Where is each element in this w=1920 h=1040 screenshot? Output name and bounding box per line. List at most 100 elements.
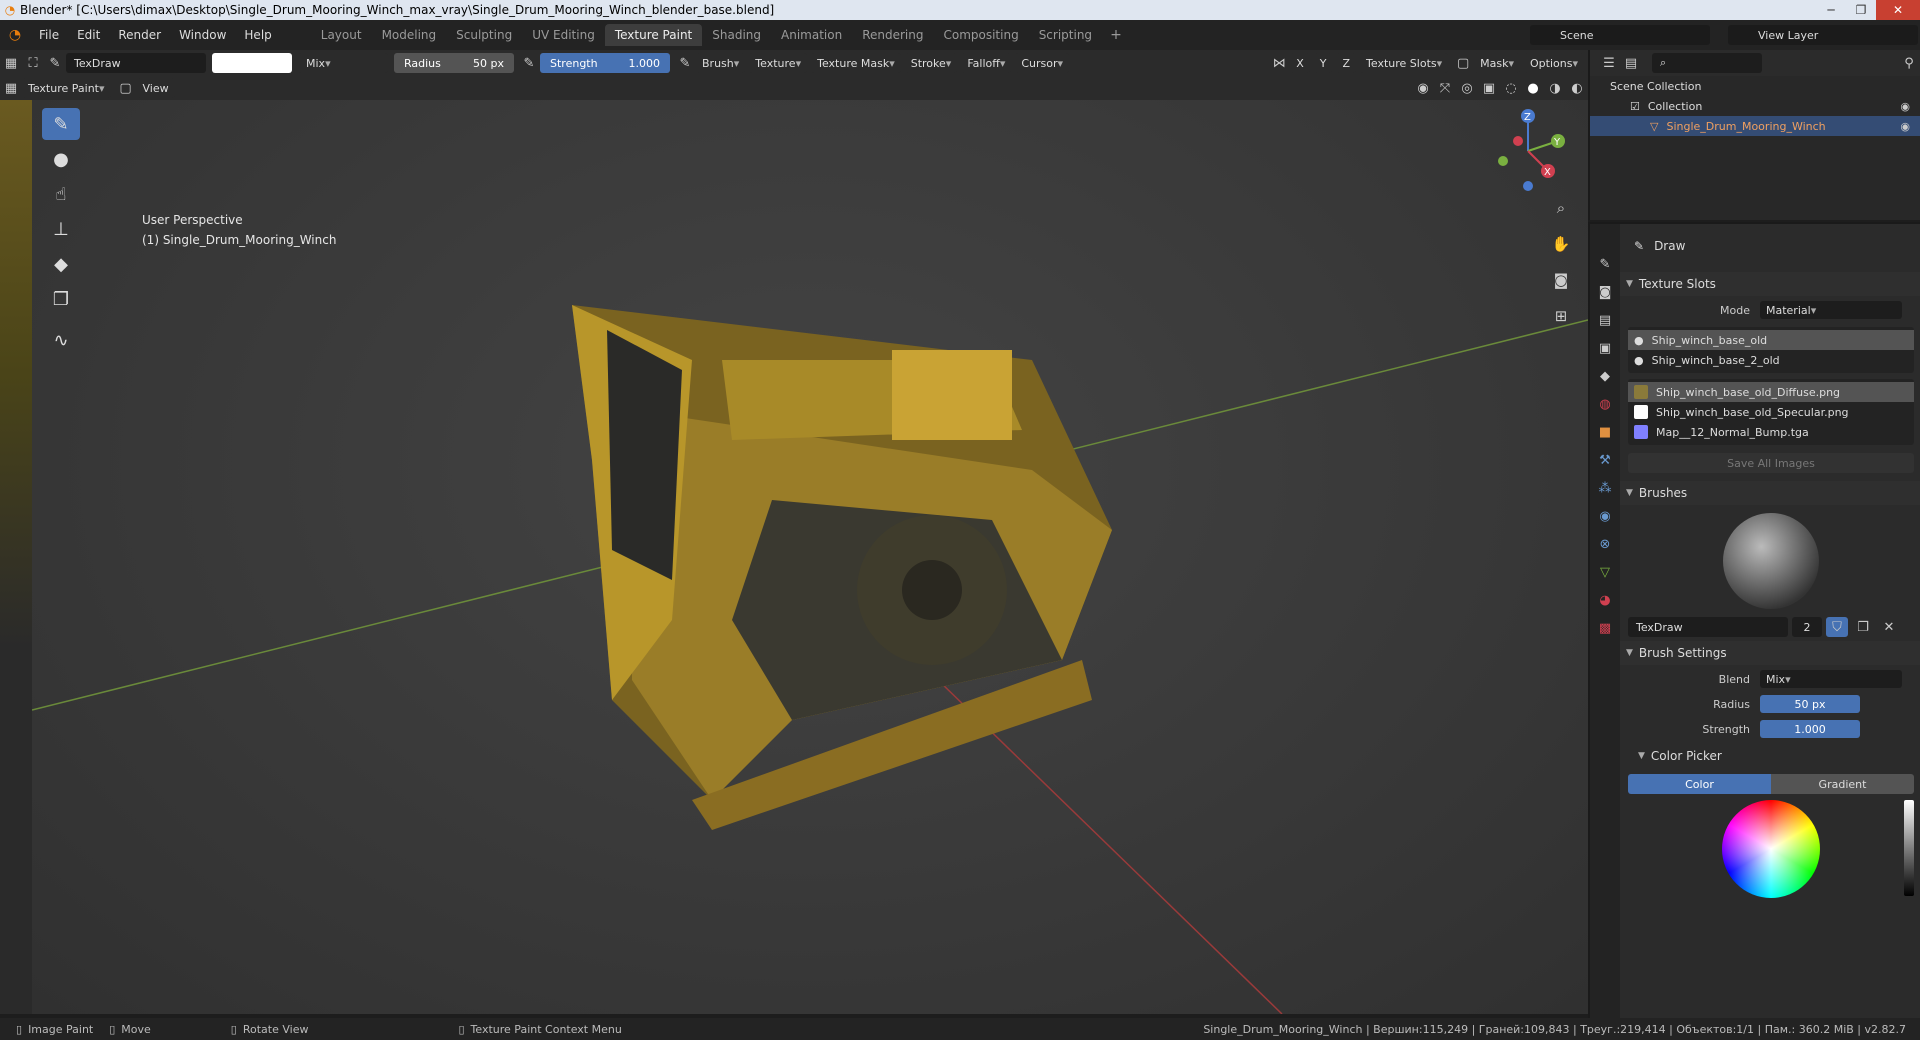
- visibility-icon[interactable]: ◉: [1412, 78, 1434, 98]
- overlay-icon[interactable]: ◎: [1456, 78, 1478, 98]
- image-slot-item[interactable]: Map__12_Normal_Bump.tga: [1628, 422, 1914, 442]
- minimize-button[interactable]: ─: [1816, 0, 1846, 20]
- display-mode-icon[interactable]: ▤: [1620, 53, 1642, 73]
- menu-help[interactable]: Help: [235, 28, 280, 42]
- menu-file[interactable]: File: [30, 28, 68, 42]
- tab-animation[interactable]: Animation: [771, 24, 852, 46]
- radius-pressure-icon[interactable]: ✎: [518, 53, 540, 73]
- tab-uv-editing[interactable]: UV Editing: [522, 24, 605, 46]
- mode-icon[interactable]: ⛶: [22, 53, 44, 73]
- axis-z-toggle[interactable]: Z: [1336, 53, 1357, 73]
- add-workspace-icon[interactable]: +: [1102, 27, 1130, 43]
- tab-modeling[interactable]: Modeling: [372, 24, 447, 46]
- material-item[interactable]: ● Ship_winch_base_old: [1628, 330, 1914, 350]
- tab-sculpting[interactable]: Sculpting: [446, 24, 522, 46]
- outliner-scene-collection[interactable]: Scene Collection: [1590, 76, 1920, 96]
- menu-edit[interactable]: Edit: [68, 28, 109, 42]
- mode-dropdown[interactable]: Material: [1760, 301, 1902, 319]
- outliner-collection[interactable]: ☑ Collection ◉: [1590, 96, 1920, 116]
- material-shading-icon[interactable]: ◑: [1544, 78, 1566, 98]
- constraints-tab-icon[interactable]: ⊗: [1593, 532, 1617, 556]
- outliner-editor-icon[interactable]: ☰: [1598, 53, 1620, 73]
- axis-x-toggle[interactable]: X: [1290, 53, 1310, 73]
- brush-name-field[interactable]: TexDraw: [1628, 617, 1788, 637]
- draw-tool-icon[interactable]: ✎: [42, 108, 80, 140]
- clone-tool-icon[interactable]: ⊥: [42, 213, 80, 245]
- brushes-panel-header[interactable]: ▼ Brushes: [1620, 481, 1920, 505]
- close-button[interactable]: ✕: [1876, 0, 1920, 20]
- navigation-gizmo[interactable]: Z Y X: [1488, 106, 1578, 196]
- render-tab-icon[interactable]: ◙: [1593, 280, 1617, 304]
- physics-tab-icon[interactable]: ◉: [1593, 504, 1617, 528]
- tab-shading[interactable]: Shading: [702, 24, 771, 46]
- save-all-images-button[interactable]: Save All Images: [1628, 453, 1914, 473]
- image-slot-item[interactable]: Ship_winch_base_old_Diffuse.png: [1628, 382, 1914, 402]
- radius-field[interactable]: 50 px: [1760, 695, 1860, 713]
- mask-menu[interactable]: Mask: [1474, 53, 1521, 73]
- editor-type-icon[interactable]: ▦: [0, 53, 22, 73]
- menu-falloff[interactable]: Falloff: [961, 53, 1012, 73]
- axis-y-toggle[interactable]: Y: [1313, 53, 1333, 73]
- blend-dropdown[interactable]: Mix: [1760, 670, 1902, 688]
- color-swatch[interactable]: [212, 53, 292, 73]
- wireframe-shading-icon[interactable]: ◌: [1500, 78, 1522, 98]
- brush-name-field[interactable]: TexDraw: [66, 53, 206, 73]
- grid-projection-icon[interactable]: ⊞: [1548, 303, 1574, 329]
- tab-texture-paint[interactable]: Texture Paint: [604, 24, 703, 46]
- strength-pressure-icon[interactable]: ✎: [674, 53, 696, 73]
- image-slot-item[interactable]: Ship_winch_base_old_Specular.png: [1628, 402, 1914, 422]
- material-tab-icon[interactable]: ◕: [1593, 588, 1617, 612]
- view-layer-tab-icon[interactable]: ▣: [1593, 336, 1617, 360]
- view-layer-selector[interactable]: View Layer: [1728, 25, 1918, 45]
- scene-selector[interactable]: Scene: [1530, 25, 1710, 45]
- maximize-button[interactable]: ❐: [1846, 0, 1876, 20]
- strength-field[interactable]: 1.000: [1760, 720, 1860, 738]
- menu-texture-mask[interactable]: Texture Mask: [811, 53, 901, 73]
- texture-slots-panel-header[interactable]: ▼ Texture Slots: [1620, 272, 1920, 296]
- scene-tab-icon[interactable]: ◆: [1593, 364, 1617, 388]
- unlink-brush-icon[interactable]: ✕: [1878, 617, 1900, 637]
- particles-tab-icon[interactable]: ⁂: [1593, 476, 1617, 500]
- eye-icon[interactable]: ◉: [1900, 100, 1910, 113]
- texture-tab-icon[interactable]: ▩: [1593, 616, 1617, 640]
- menu-texture[interactable]: Texture: [749, 53, 808, 73]
- texture-slots-menu[interactable]: Texture Slots: [1360, 53, 1449, 73]
- duplicate-brush-icon[interactable]: ❐: [1852, 617, 1874, 637]
- outliner-search-input[interactable]: ⌕: [1652, 53, 1762, 73]
- tab-scripting[interactable]: Scripting: [1029, 24, 1102, 46]
- radius-slider[interactable]: Radius 50 px: [394, 53, 514, 73]
- data-tab-icon[interactable]: ▽: [1593, 560, 1617, 584]
- object-tab-icon[interactable]: ■: [1593, 420, 1617, 444]
- output-tab-icon[interactable]: ▤: [1593, 308, 1617, 332]
- color-picker-subpanel-header[interactable]: ▼ Color Picker: [1620, 744, 1920, 768]
- strength-slider[interactable]: Strength 1.000: [540, 53, 670, 73]
- camera-icon[interactable]: ◙: [1548, 267, 1574, 293]
- mask-tool-icon[interactable]: ❐: [42, 283, 80, 315]
- menu-window[interactable]: Window: [170, 28, 235, 42]
- value-slider[interactable]: [1904, 800, 1914, 896]
- color-tab[interactable]: Color: [1628, 774, 1771, 794]
- solid-shading-icon[interactable]: ●: [1522, 78, 1544, 98]
- menu-brush[interactable]: Brush: [696, 53, 746, 73]
- brush-icon[interactable]: ✎: [44, 53, 66, 73]
- smear-tool-icon[interactable]: ☝: [42, 178, 80, 210]
- rendered-shading-icon[interactable]: ◐: [1566, 78, 1588, 98]
- tool-tab-icon[interactable]: ✎: [1593, 252, 1617, 276]
- material-item[interactable]: ● Ship_winch_base_2_old: [1628, 350, 1914, 370]
- annotate-tool-icon[interactable]: ∿: [42, 324, 80, 356]
- world-tab-icon[interactable]: ◍: [1593, 392, 1617, 416]
- checkbox-icon[interactable]: ☑: [1630, 100, 1640, 113]
- mask-toggle-icon[interactable]: ▢: [1452, 53, 1474, 73]
- tab-rendering[interactable]: Rendering: [852, 24, 933, 46]
- filter-icon[interactable]: ⚲: [1898, 53, 1920, 73]
- menu-view[interactable]: View: [136, 78, 175, 98]
- gradient-tab[interactable]: Gradient: [1771, 774, 1914, 794]
- tab-compositing[interactable]: Compositing: [933, 24, 1028, 46]
- 3d-viewport[interactable]: User Perspective (1) Single_Drum_Mooring…: [32, 100, 1588, 1014]
- gizmo-icon[interactable]: ⤧: [1434, 78, 1456, 98]
- brush-settings-panel-header[interactable]: ▼ Brush Settings: [1620, 641, 1920, 665]
- options-menu[interactable]: Options: [1524, 53, 1584, 73]
- fill-tool-icon[interactable]: ◆: [42, 248, 80, 280]
- outliner-object-row[interactable]: ▽ Single_Drum_Mooring_Winch ◉: [1590, 116, 1920, 136]
- brush-users-count[interactable]: 2: [1792, 617, 1822, 637]
